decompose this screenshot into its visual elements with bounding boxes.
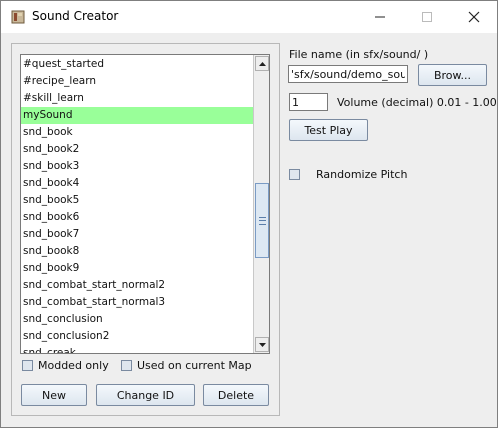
checkbox-box[interactable]: [22, 360, 33, 371]
file-name-label: File name (in sfx/sound/ ): [289, 48, 429, 61]
maximize-icon: [422, 12, 432, 22]
close-icon: [468, 11, 480, 23]
list-item[interactable]: mySound: [21, 107, 254, 124]
list-item[interactable]: snd_book: [21, 124, 254, 141]
delete-button[interactable]: Delete: [203, 384, 269, 406]
minimize-icon: [375, 16, 385, 18]
sound-list[interactable]: #quest_started #recipe_learn #skill_learn m…: [20, 54, 270, 354]
maximize-button[interactable]: [404, 1, 450, 33]
list-item[interactable]: snd_creak: [21, 345, 254, 353]
list-item[interactable]: snd_conclusion2: [21, 328, 254, 345]
list-item[interactable]: #recipe_learn: [21, 73, 254, 90]
scroll-down-button[interactable]: [255, 337, 269, 352]
checkbox-box[interactable]: [121, 360, 132, 371]
list-item[interactable]: snd_combat_start_normal2: [21, 277, 254, 294]
sound-list-items: #quest_started #recipe_learn #skill_learn m…: [21, 56, 254, 353]
list-item[interactable]: snd_book2: [21, 141, 254, 158]
close-button[interactable]: [451, 1, 497, 33]
randomize-pitch-checkbox[interactable]: Randomize Pitch: [289, 168, 407, 181]
scroll-up-button[interactable]: [255, 56, 269, 71]
test-play-button[interactable]: Test Play: [289, 119, 368, 141]
list-scrollbar[interactable]: [253, 55, 269, 353]
grip-icon: [258, 216, 266, 225]
modded-only-checkbox[interactable]: Modded only: [22, 359, 109, 372]
app-icon: [11, 10, 25, 24]
change-id-button[interactable]: Change ID: [96, 384, 195, 406]
list-item[interactable]: snd_book3: [21, 158, 254, 175]
list-item[interactable]: snd_book8: [21, 243, 254, 260]
window-title: Sound Creator: [32, 9, 119, 23]
title-bar[interactable]: Sound Creator: [1, 1, 497, 33]
scrollbar-thumb[interactable]: [255, 183, 269, 258]
arrow-down-icon: [258, 342, 266, 347]
volume-input[interactable]: [289, 93, 328, 111]
list-item[interactable]: snd_combat_start_normal3: [21, 294, 254, 311]
file-name-input[interactable]: [288, 65, 408, 83]
used-on-map-label: Used on current Map: [137, 359, 252, 372]
volume-label: Volume (decimal) 0.01 - 1.00: [337, 96, 497, 109]
randomize-pitch-label: Randomize Pitch: [316, 168, 408, 181]
list-item[interactable]: #skill_learn: [21, 90, 254, 107]
new-button[interactable]: New: [21, 384, 87, 406]
list-item[interactable]: snd_book9: [21, 260, 254, 277]
list-item[interactable]: snd_book6: [21, 209, 254, 226]
modded-only-label: Modded only: [38, 359, 109, 372]
arrow-up-icon: [258, 61, 266, 66]
list-item[interactable]: snd_book4: [21, 175, 254, 192]
browse-button[interactable]: Brow...: [418, 64, 487, 86]
checkbox-box[interactable]: [289, 169, 300, 180]
list-item[interactable]: snd_conclusion: [21, 311, 254, 328]
used-on-map-checkbox[interactable]: Used on current Map: [121, 359, 252, 372]
list-item[interactable]: snd_book7: [21, 226, 254, 243]
minimize-button[interactable]: [357, 1, 403, 33]
list-item[interactable]: snd_book5: [21, 192, 254, 209]
list-item[interactable]: #quest_started: [21, 56, 254, 73]
